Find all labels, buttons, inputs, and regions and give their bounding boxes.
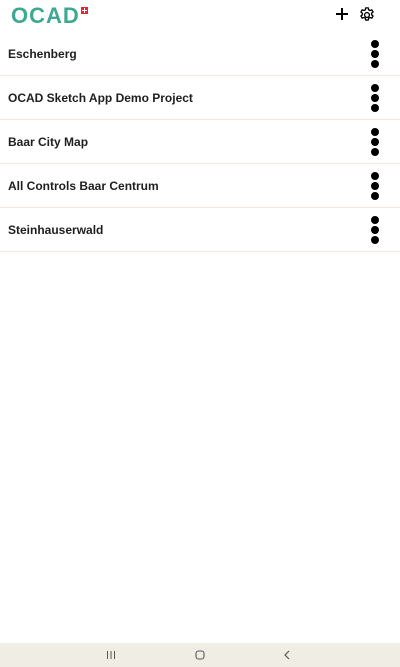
swiss-flag-icon [80,7,88,14]
menu-dot [371,138,379,146]
app-screen: OCAD Eschenberg OCAD Sketch App Demo Pro… [0,0,400,667]
home-button[interactable] [185,643,215,667]
project-item[interactable]: Baar City Map [0,120,400,164]
menu-dot [371,148,379,156]
project-name: Baar City Map [8,134,89,149]
menu-dot [371,60,379,68]
more-vertical-icon [371,172,379,180]
menu-dot [371,182,379,190]
more-vertical-icon [371,40,379,48]
android-nav-bar [0,643,400,667]
menu-dot [371,50,379,58]
menu-dot [371,226,379,234]
project-item[interactable]: OCAD Sketch App Demo Project [0,76,400,120]
project-name: Eschenberg [8,46,77,61]
menu-dot [371,192,379,200]
logo-text: OCAD [11,3,80,28]
project-menu-button[interactable] [367,172,383,200]
menu-dot [371,104,379,112]
settings-button[interactable] [358,6,376,24]
project-menu-button[interactable] [367,216,383,244]
project-item[interactable]: All Controls Baar Centrum [0,164,400,208]
project-item[interactable]: Eschenberg [0,32,400,76]
more-vertical-icon [371,216,379,224]
project-list: Eschenberg OCAD Sketch App Demo Project … [0,32,400,252]
project-menu-button[interactable] [367,84,383,112]
project-name: All Controls Baar Centrum [8,178,159,193]
app-header: OCAD [0,0,400,32]
project-menu-button[interactable] [367,40,383,68]
ocad-logo: OCAD [11,5,88,27]
project-name: Steinhauserwald [8,222,104,237]
more-vertical-icon [371,128,379,136]
menu-dot [371,94,379,102]
menu-dot [371,236,379,244]
project-item[interactable]: Steinhauserwald [0,208,400,252]
back-icon [284,650,290,660]
plus-icon [336,8,348,20]
gear-icon [360,7,374,21]
recents-button[interactable] [96,643,126,667]
project-menu-button[interactable] [367,128,383,156]
home-icon [195,650,205,660]
project-name: OCAD Sketch App Demo Project [8,90,193,105]
recents-icon [107,651,115,659]
add-project-button[interactable] [334,6,350,22]
more-vertical-icon [371,84,379,92]
back-button[interactable] [272,643,302,667]
